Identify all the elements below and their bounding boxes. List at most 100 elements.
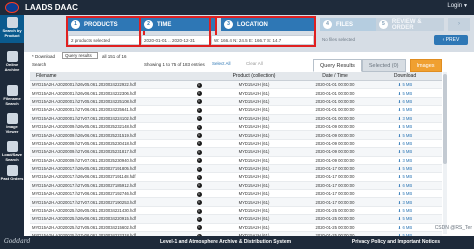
download-link[interactable]: ⬇ 5 MB: [368, 208, 442, 213]
table-row[interactable]: MYD15A2H.A2020025.h26v06.061.20200342209…: [30, 215, 442, 224]
info-icon[interactable]: i: [196, 124, 202, 130]
table-row[interactable]: MYD15A2H.A2020025.h27v05.061.20200342156…: [30, 224, 442, 233]
info-cell: i: [192, 107, 206, 113]
download-link[interactable]: ⬇ 3 MB: [368, 158, 442, 163]
tab-images[interactable]: Images: [409, 59, 442, 72]
table-row[interactable]: MYD15A2H.A2020017.h26v06.061.20200271911…: [30, 173, 442, 182]
download-link[interactable]: ⬇ 5 MB: [368, 149, 442, 154]
table-row[interactable]: MYD15A2H.A2020001.h27v07.061.20200242241…: [30, 114, 442, 123]
table-row[interactable]: MYD15A2H.A2020009.h27v07.061.20200252309…: [30, 157, 442, 165]
table-row[interactable]: MYD15A2H.A2020009.h27v06.061.20200252318…: [30, 148, 442, 157]
info-icon[interactable]: i: [196, 208, 202, 214]
download-link[interactable]: ⬇ 6 MB: [368, 141, 442, 146]
filename-cell: MYD15A2H.A2020009.h26v06.061.20200252315…: [32, 132, 136, 138]
info-icon[interactable]: i: [196, 149, 202, 155]
info-icon[interactable]: i: [196, 166, 202, 172]
download-link[interactable]: ⬇ 5 MB: [368, 174, 442, 179]
info-icon[interactable]: i: [196, 82, 202, 88]
select-all-link[interactable]: Select All: [212, 61, 231, 66]
table-row[interactable]: MYD15A2H.A2020001.h26v05.061.20200242229…: [30, 81, 442, 90]
table-scrollbar[interactable]: [443, 72, 447, 234]
info-icon[interactable]: i: [196, 183, 202, 189]
footer: Goddard Level-1 and Atmosphere Archive &…: [0, 236, 474, 249]
nav-item-search-by-product[interactable]: Search by Product: [0, 15, 24, 43]
scrollbar-thumb[interactable]: [443, 74, 447, 164]
table-row[interactable]: MYD15A2H.A2020009.h26v05.061.20200252321…: [30, 123, 442, 132]
filename-cell: MYD15A2H.A2020025.h26v06.061.20200342209…: [32, 216, 136, 222]
info-icon[interactable]: i: [196, 174, 202, 180]
files-summary: No files selected: [322, 37, 356, 42]
table-row[interactable]: MYD15A2H.A2020017.h27v06.061.20200271927…: [30, 190, 442, 199]
download-select[interactable]: Query results: [62, 52, 98, 59]
download-link[interactable]: ⬇ 6 MB: [368, 99, 442, 104]
table-row[interactable]: MYD15A2H.A2020001.h26v06.061.20200242223…: [30, 89, 442, 98]
step-label: REVIEW & ORDER: [391, 18, 422, 31]
nav-item-image-viewer[interactable]: Image Viewer: [0, 111, 24, 139]
download-link[interactable]: ⬇ 5 MB: [368, 124, 442, 129]
product-cell: MYD15A2H (61): [238, 157, 270, 163]
step-files[interactable]: 4 FILES: [320, 18, 380, 31]
info-cell: i: [192, 216, 206, 222]
download-link[interactable]: ⬇ 5 MB: [368, 82, 442, 87]
info-icon[interactable]: i: [196, 225, 202, 231]
download-link[interactable]: ⬇ 3 MB: [368, 200, 442, 205]
info-icon[interactable]: i: [196, 158, 202, 164]
table-row[interactable]: MYD15A2H.A2020025.h26v05.061.20200342214…: [30, 207, 442, 216]
clear-all-link[interactable]: Clear All: [246, 61, 263, 66]
nav-item-filename-search[interactable]: Filename Search: [0, 83, 24, 111]
date-cell: 2020-01-01 00:00:00: [315, 98, 355, 104]
nav-item-past-orders[interactable]: Past Orders: [0, 163, 24, 191]
col-date[interactable]: Date / Time: [302, 73, 368, 79]
info-icon[interactable]: i: [196, 216, 202, 222]
download-link[interactable]: ⬇ 5 MB: [368, 216, 442, 221]
filename-cell: MYD15A2H.A2020017.h27v05.061.20200271859…: [32, 182, 136, 188]
table-row[interactable]: MYD15A2H.A2020001.h27v06.061.20200242256…: [30, 106, 442, 115]
download-link[interactable]: ⬇ 6 MB: [368, 183, 442, 188]
table-row[interactable]: MYD15A2H.A2020009.h27v05.061.20200252304…: [30, 140, 442, 149]
info-icon[interactable]: i: [196, 191, 202, 197]
info-cell: i: [192, 199, 206, 206]
table-row[interactable]: MYD15A2H.A2020001.h27v05.061.20200242251…: [30, 97, 442, 107]
info-cell: i: [192, 90, 206, 97]
info-icon[interactable]: i: [196, 107, 202, 113]
filename-cell: MYD15A2H.A2020017.h26v05.061.20200271918…: [32, 166, 136, 172]
filename-cell: MYD15A2H.A2020001.h26v06.061.20200242223…: [32, 90, 136, 96]
tab-query-results[interactable]: Query Results: [313, 59, 362, 72]
info-icon[interactable]: i: [196, 91, 202, 97]
info-cell: i: [192, 208, 206, 214]
table-row[interactable]: MYD15A2H.A2020017.h27v07.061.20200271902…: [30, 198, 442, 207]
info-cell: i: [192, 157, 206, 164]
download-link[interactable]: ⬇ 6 MB: [368, 225, 442, 230]
info-icon[interactable]: i: [196, 116, 202, 122]
info-cell: i: [192, 115, 206, 122]
info-icon[interactable]: i: [196, 200, 202, 206]
nav-label: Load/Save Search: [1, 152, 22, 162]
col-product[interactable]: Product (collection): [206, 73, 302, 79]
download-link[interactable]: ⬇ 5 MB: [368, 91, 442, 96]
col-filename[interactable]: Filename: [30, 73, 192, 79]
download-link[interactable]: ⬇ 5 MB: [368, 133, 442, 138]
download-link[interactable]: ⬇ 5 MB: [368, 191, 442, 196]
folder-icon: [6, 141, 18, 152]
download-link[interactable]: ⬇ 3 MB: [368, 116, 442, 121]
privacy-link[interactable]: Privacy Policy and Important Notices: [352, 239, 440, 245]
info-icon[interactable]: i: [196, 99, 202, 105]
table-row[interactable]: MYD15A2H.A2020017.h26v05.061.20200271918…: [30, 164, 442, 174]
step-review-order[interactable]: 5 REVIEW & ORDER: [376, 18, 444, 31]
prev-button[interactable]: ‹ PREV: [434, 35, 468, 45]
download-link[interactable]: ⬇ 5 MB: [368, 107, 442, 112]
info-icon[interactable]: i: [196, 133, 202, 139]
login-menu[interactable]: Login▼: [447, 3, 468, 9]
table-row[interactable]: MYD15A2H.A2020009.h26v06.061.20200252315…: [30, 131, 442, 140]
goddard-logo[interactable]: Goddard: [4, 238, 30, 245]
next-button[interactable]: ›: [448, 18, 470, 31]
info-cell: i: [192, 174, 206, 180]
search-label[interactable]: Search: [32, 62, 46, 67]
nav-item-online-archive[interactable]: Online Archive: [0, 49, 24, 77]
tab-selected[interactable]: Selected (0): [361, 59, 406, 72]
col-download[interactable]: Download: [368, 73, 442, 79]
info-icon[interactable]: i: [196, 141, 202, 147]
nasa-logo[interactable]: [5, 2, 19, 13]
table-row[interactable]: MYD15A2H.A2020017.h27v05.061.20200271859…: [30, 181, 442, 191]
download-link[interactable]: ⬇ 5 MB: [368, 166, 442, 171]
